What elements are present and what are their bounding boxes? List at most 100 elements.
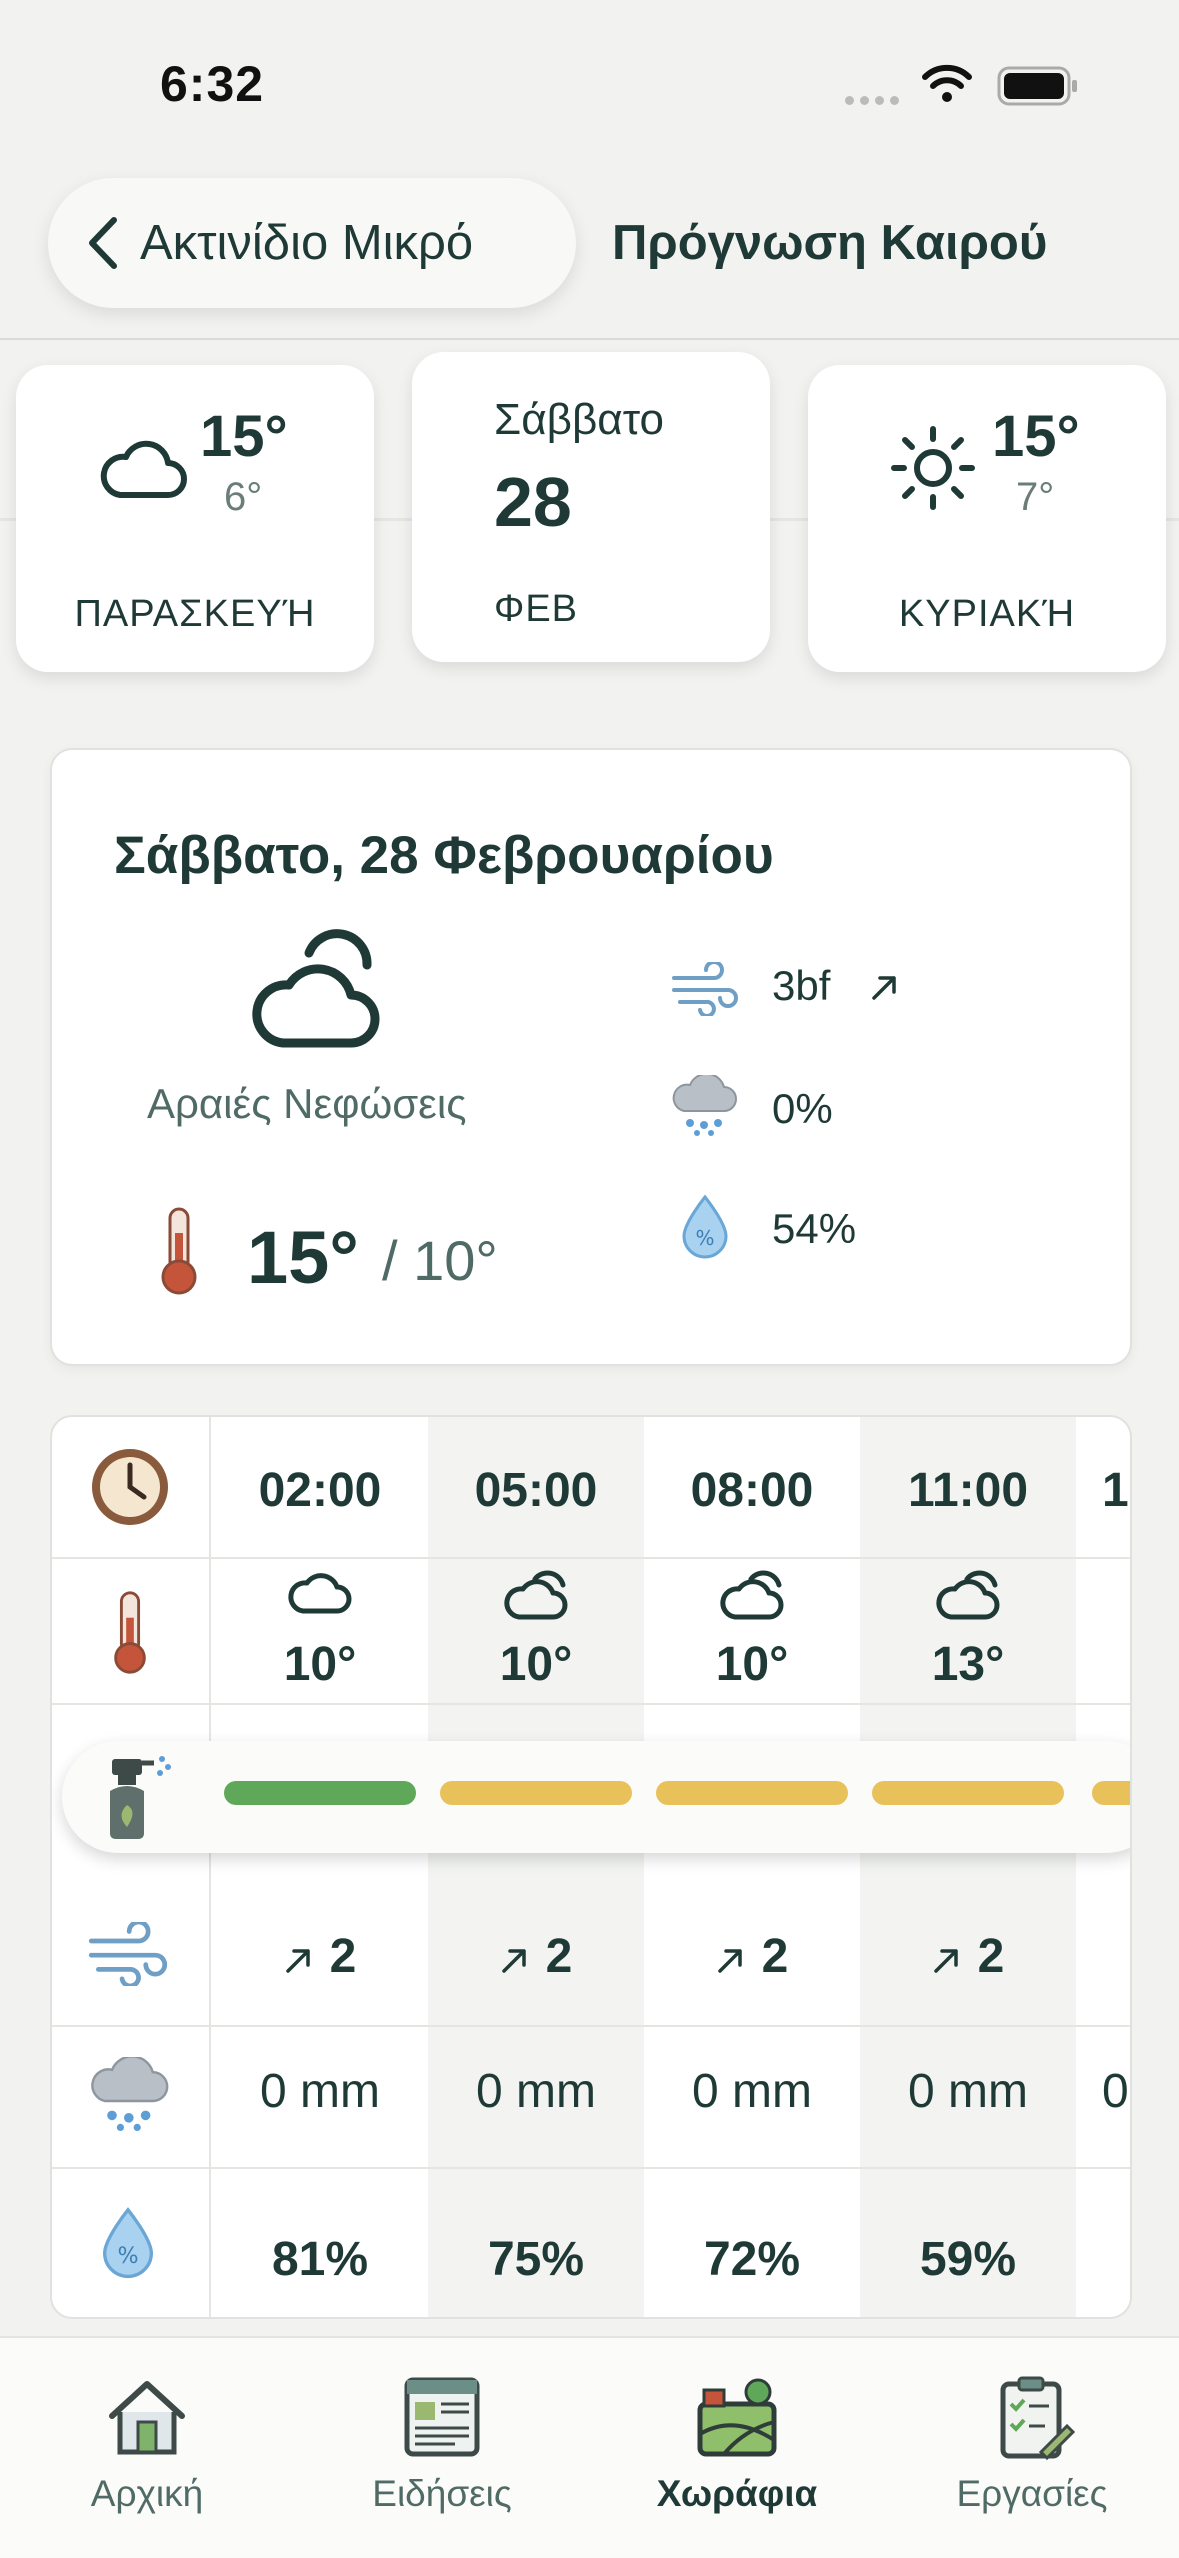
- hour-label: 11:00: [907, 1464, 1029, 1517]
- svg-text:%: %: [117, 2243, 138, 2269]
- hour-temp: 13°: [931, 1638, 1005, 1691]
- spray-suitability-bar: [656, 1781, 848, 1805]
- cloud-icon: [860, 1565, 1076, 1635]
- day-low: 7°: [1016, 475, 1055, 519]
- wind-direction-arrow-icon: [872, 976, 896, 1000]
- spray-bottle-icon: [110, 1756, 171, 1839]
- hour-humidity: 59%: [919, 2233, 1017, 2286]
- wind-icon: [88, 1922, 168, 1986]
- hour-wind: 2: [212, 1929, 428, 1987]
- cloud-large-icon: [252, 929, 380, 1048]
- clock-icon: [92, 1449, 168, 1525]
- summary-condition: Αραιές Νεφώσεις: [147, 1080, 467, 1127]
- wind-value: 2: [545, 1930, 573, 1983]
- rain-cloud-icon: [672, 1075, 737, 1136]
- cloud-icon: [212, 1565, 428, 1629]
- column-shade: [860, 1417, 1076, 2317]
- hour-wind: 2: [644, 1929, 860, 1987]
- day-low: 6°: [224, 475, 263, 519]
- nav-label-home: Αρχική: [90, 2473, 204, 2514]
- hour-label: 05:00: [474, 1464, 598, 1517]
- spray-suitability-bar: [872, 1781, 1064, 1805]
- hour-label-peek: 1: [1102, 1464, 1129, 1517]
- hour-humidity: 81%: [271, 2233, 369, 2286]
- bottom-navigation: Αρχική Ειδήσεις Χωράφια Εργασίες: [0, 2336, 1179, 2558]
- row-divider: [52, 2025, 1130, 2027]
- wind-direction-arrow-icon: [500, 1932, 530, 1987]
- hour-wind: 2: [428, 1929, 644, 1987]
- hourly-forecast-table[interactable]: % 02:00 10° 2 0 mm 81% 05:00 10° 2 0 mm 75% 08:00 1…: [50, 1415, 1132, 2319]
- cloud-icon: [644, 1565, 860, 1635]
- wind-direction-arrow-icon: [284, 1932, 314, 1987]
- summary-humidity: 54%: [772, 1205, 857, 1252]
- wind-value: 2: [329, 1930, 357, 1983]
- wind-value: 2: [977, 1930, 1005, 1983]
- hour-wind: 2: [860, 1929, 1076, 1987]
- spray-suitability-bar: [440, 1781, 632, 1805]
- wind-direction-arrow-icon: [932, 1932, 962, 1987]
- day-card-saturday-selected[interactable]: Σάββατο 28 ΦΕΒ: [412, 352, 770, 662]
- day-name: ΚΥΡΙΑΚΉ: [898, 593, 1076, 635]
- news-icon: [404, 2377, 480, 2457]
- cloud-icon: [100, 440, 187, 498]
- summary-rain: 0%: [772, 1085, 833, 1132]
- status-time: 6:32: [160, 56, 265, 112]
- house-icon: [109, 2381, 185, 2455]
- nav-item-fields[interactable]: Χωράφια: [590, 2374, 884, 2515]
- thermometer-icon: [161, 1207, 197, 1295]
- sun-icon: [891, 426, 975, 510]
- summary-date: Σάββατο, 28 Φεβρουαρίου: [114, 826, 774, 885]
- row-divider: [52, 1703, 1130, 1705]
- wifi-icon: [922, 64, 972, 102]
- day-month: ΦΕΒ: [494, 588, 579, 630]
- humidity-drop-icon: %: [102, 2207, 154, 2279]
- hour-humidity: 75%: [487, 2233, 585, 2286]
- thermometer-icon: [114, 1591, 146, 1674]
- hour-humidity: 72%: [703, 2233, 801, 2286]
- fields-icon: [697, 2378, 777, 2457]
- nav-label-tasks: Εργασίες: [956, 2473, 1108, 2514]
- summary-high: 15°: [247, 1216, 359, 1299]
- clipboard-tasks-icon: [1000, 2376, 1076, 2461]
- hour-temp: 10°: [283, 1638, 357, 1691]
- back-button[interactable]: Ακτινίδιο Μικρό: [48, 178, 576, 308]
- header-divider: [0, 338, 1179, 340]
- hour-temp: 10°: [715, 1638, 789, 1691]
- day-name: ΠΑΡΑΣΚΕΥΉ: [74, 593, 316, 635]
- hour-rain: 0 mm: [692, 2065, 812, 2118]
- cloud-icon: [428, 1565, 644, 1635]
- header-column-divider: [209, 1417, 211, 2317]
- nav-label-fields: Χωράφια: [656, 2473, 818, 2514]
- chevron-left-icon: [89, 217, 117, 269]
- wind-icon: [672, 962, 738, 1016]
- back-label: Ακτινίδιο Μικρό: [140, 216, 474, 270]
- summary-wind: 3bf: [772, 962, 831, 1009]
- day-summary-card: Σάββατο, 28 Φεβρουαρίου Αραιές Νεφώσεις …: [50, 748, 1132, 1366]
- humidity-drop-icon: %: [682, 1194, 728, 1259]
- wind-value: 2: [761, 1930, 789, 1983]
- nav-item-news[interactable]: Ειδήσεις: [295, 2374, 589, 2515]
- day-number: 28: [494, 463, 572, 541]
- day-high: 15°: [992, 404, 1080, 469]
- hour-rain: 0 mm: [908, 2065, 1028, 2118]
- nav-item-home[interactable]: Αρχική: [0, 2374, 294, 2515]
- hour-label: 08:00: [690, 1464, 814, 1517]
- spray-bar-peek: [1092, 1781, 1130, 1805]
- row-divider: [52, 1557, 1130, 1559]
- day-high: 15°: [200, 404, 288, 469]
- day-card-sunday[interactable]: 15° 7° ΚΥΡΙΑΚΉ: [808, 365, 1166, 672]
- spray-suitability-bar: [224, 1781, 416, 1805]
- hour-rain: 0 mm: [260, 2065, 380, 2118]
- day-card-friday[interactable]: 15° 6° ΠΑΡΑΣΚΕΥΉ: [16, 365, 374, 672]
- battery-icon: [997, 66, 1077, 106]
- nav-label-news: Ειδήσεις: [372, 2473, 512, 2514]
- day-weekday: Σάββατο: [494, 395, 664, 444]
- cellular-signal-icon: [845, 92, 905, 110]
- rain-cloud-icon: [91, 2057, 169, 2131]
- hour-rain: 0 mm: [476, 2065, 596, 2118]
- hour-label: 02:00: [258, 1464, 382, 1517]
- page-title: Πρόγνωση Καιρού: [612, 216, 1048, 270]
- hour-temp: 10°: [499, 1638, 573, 1691]
- nav-item-tasks[interactable]: Εργασίες: [885, 2374, 1179, 2515]
- row-divider: [52, 2167, 1130, 2169]
